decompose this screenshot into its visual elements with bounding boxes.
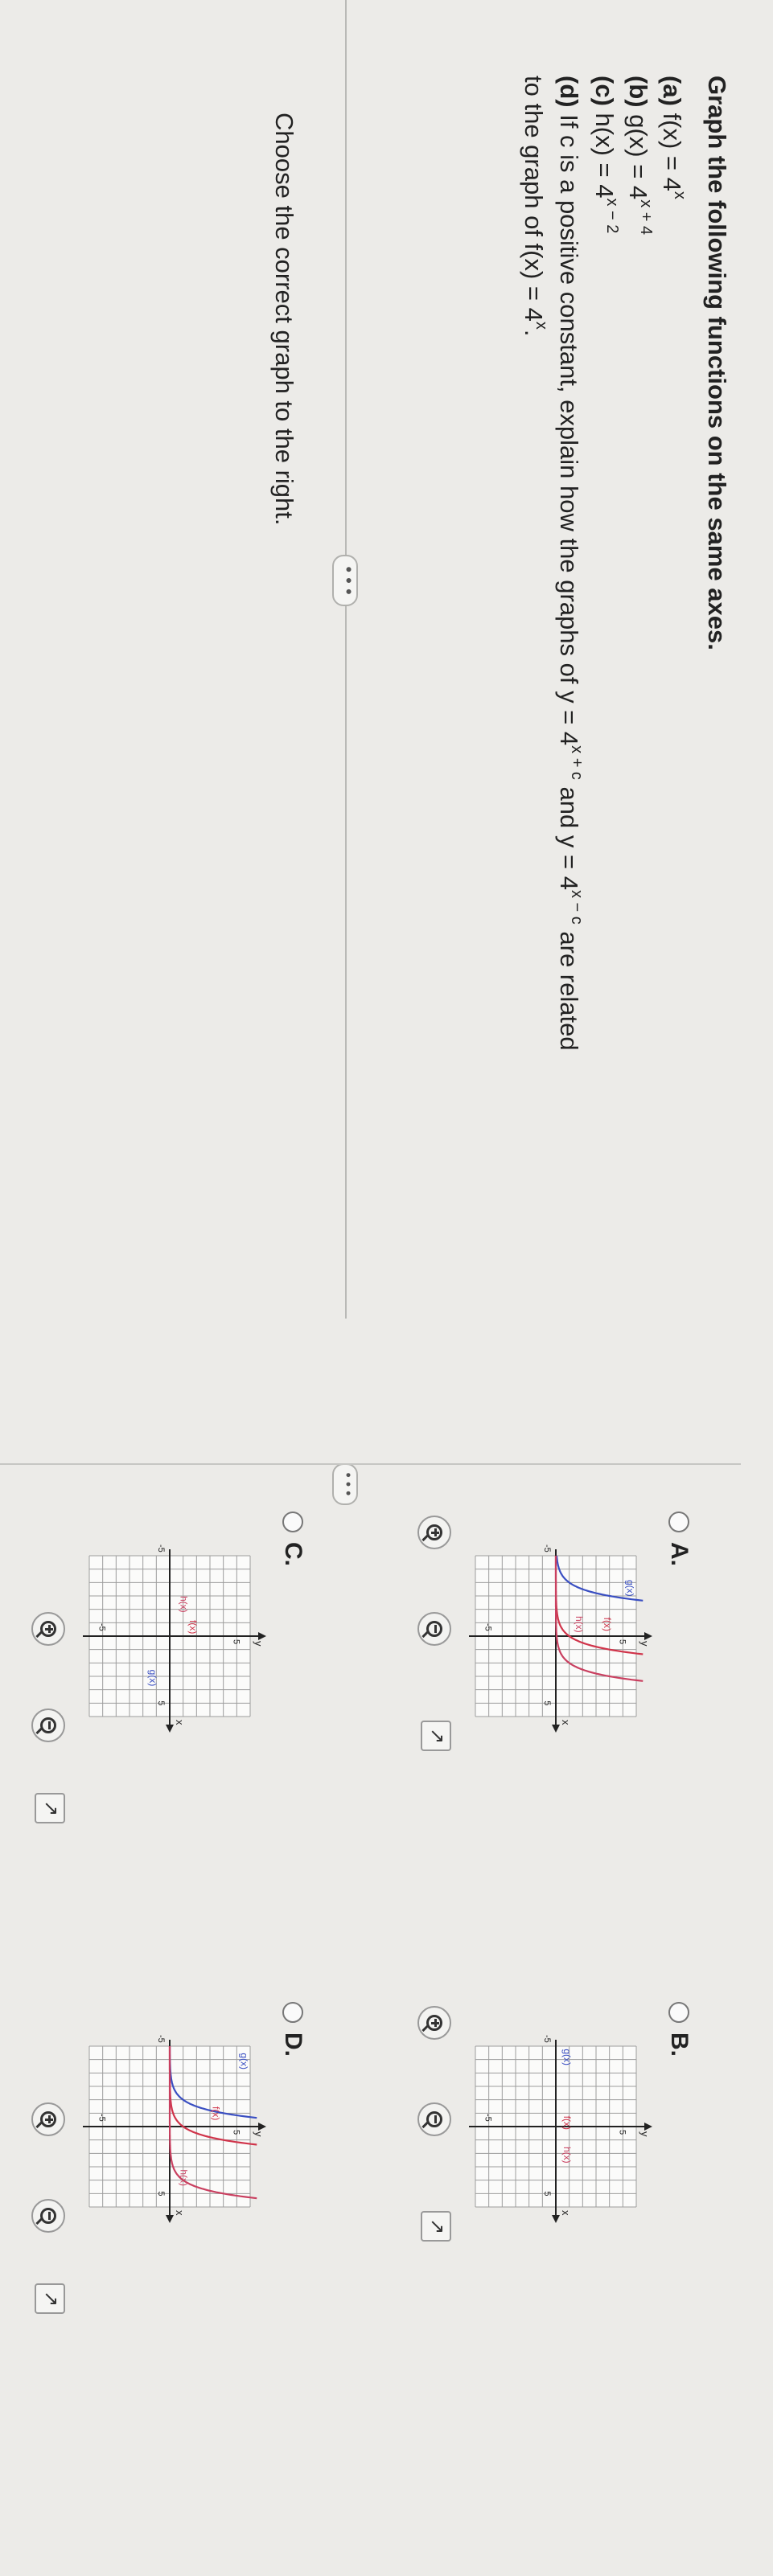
x-axis-arrow — [166, 2215, 174, 2223]
h-label: h(x) — [178, 1596, 189, 1613]
radio-d[interactable] — [282, 2002, 303, 2023]
zoom-out-icon-a[interactable] — [417, 1612, 451, 1646]
tick-label-5-x: 5 — [156, 2191, 166, 2196]
question-title: Graph the following functions on the sam… — [703, 76, 731, 650]
radio-b[interactable] — [668, 2002, 689, 2023]
h-label: h(x) — [561, 2147, 573, 2164]
zoom-out-icon-b[interactable] — [417, 2102, 451, 2136]
zoom-out-icon-d[interactable] — [31, 2199, 65, 2233]
expand-icon-c[interactable] — [35, 1793, 65, 1823]
zoom-in-icon-b[interactable] — [417, 2006, 451, 2040]
part-d-line2: to the graph of f(x) = 4x. — [520, 76, 550, 337]
y-axis-arrow — [258, 2123, 266, 2131]
g-label: g(x) — [624, 1580, 635, 1597]
tick-label-neg5-y: -5 — [97, 1623, 107, 1631]
pane-divider — [0, 1463, 741, 1465]
h-label: h(x) — [574, 1616, 585, 1633]
y-axis-label: y — [253, 1641, 265, 1647]
option-a[interactable]: A. — [665, 1512, 693, 1566]
y-axis-arrow — [258, 1632, 266, 1640]
y-axis-arrow — [644, 1632, 652, 1640]
f-label: f(x) — [187, 1620, 199, 1634]
option-c[interactable]: C. — [279, 1512, 306, 1566]
expand-icon-d[interactable] — [35, 2283, 65, 2314]
x-axis-label: x — [560, 2210, 572, 2216]
tick-label-neg5-x: -5 — [156, 1544, 166, 1553]
x-axis-arrow — [552, 1725, 560, 1733]
zoom-in-icon-d[interactable] — [31, 2102, 65, 2136]
graph-c: y x 5 5 -5 -5 g(x) f(x) h(x) — [83, 1544, 266, 1733]
graph-b: y x 5 5 -5 -5 g(x) f(x) h(x) — [469, 2035, 652, 2223]
tick-label-neg5-y: -5 — [483, 2114, 493, 2122]
radio-a[interactable] — [668, 1512, 689, 1532]
y-axis-arrow — [644, 2123, 652, 2131]
tick-label-5-x: 5 — [542, 1700, 552, 1705]
tick-label-5-y: 5 — [617, 2130, 627, 2135]
zoom-in-icon-c[interactable] — [31, 1612, 65, 1646]
y-axis-label: y — [639, 2131, 651, 2137]
f-label: f(x) — [210, 2106, 221, 2120]
tick-label-5-x: 5 — [156, 1700, 166, 1705]
tick-label-neg5-x: -5 — [542, 1544, 552, 1553]
show-more-button[interactable]: • • • — [332, 555, 359, 606]
part-c: (c) h(x) = 4x − 2 — [590, 76, 621, 234]
y-axis-label: y — [253, 2131, 265, 2137]
part-d-line1: (d) If c is a positive constant, explain… — [555, 76, 586, 1051]
stage: Graph the following functions on the sam… — [0, 0, 773, 2576]
part-a: (a) f(x) = 4x — [658, 76, 689, 199]
tick-label-neg5-x: -5 — [542, 2035, 552, 2043]
tick-label-neg5-y: -5 — [97, 2114, 107, 2122]
x-axis-label: x — [174, 1720, 186, 1725]
graph-d: y x 5 5 -5 -5 g(x) f(x) h(x) — [83, 2035, 266, 2223]
f-label: f(x) — [602, 1618, 613, 1631]
x-axis-label: x — [560, 1720, 572, 1725]
divider — [345, 0, 347, 1319]
x-axis-arrow — [552, 2215, 560, 2223]
expand-icon-b[interactable] — [421, 2211, 451, 2242]
part-b: (b) g(x) = 4x + 4 — [624, 76, 655, 236]
pane-handle-button[interactable]: • • • — [332, 1463, 358, 1505]
g-label: g(x) — [238, 2053, 249, 2069]
expand-icon-a[interactable] — [421, 1721, 451, 1751]
x-axis-label: x — [174, 2210, 186, 2216]
x-axis-arrow — [166, 1725, 174, 1733]
prompt-text: Choose the correct graph to the right. — [270, 113, 298, 526]
y-axis-label: y — [639, 1641, 651, 1647]
tick-label-5-y: 5 — [231, 2130, 241, 2135]
g-label: g(x) — [147, 1670, 158, 1687]
zoom-out-icon-c[interactable] — [31, 1708, 65, 1742]
graph-a: y x 5 5 -5 -5 g(x) f(x) h(x) — [469, 1544, 652, 1733]
option-b[interactable]: B. — [665, 2002, 693, 2057]
zoom-in-icon-a[interactable] — [417, 1516, 451, 1549]
option-d[interactable]: D. — [279, 2002, 306, 2057]
f-label: f(x) — [561, 2116, 573, 2130]
tick-label-neg5-y: -5 — [483, 1623, 493, 1631]
g-label: g(x) — [561, 2049, 573, 2065]
tick-label-5-x: 5 — [542, 2191, 552, 2196]
tick-label-5-y: 5 — [617, 1639, 627, 1644]
radio-c[interactable] — [282, 1512, 303, 1532]
h-label: h(x) — [178, 2169, 189, 2186]
tick-label-neg5-x: -5 — [156, 2035, 166, 2043]
tick-label-5-y: 5 — [231, 1639, 241, 1644]
